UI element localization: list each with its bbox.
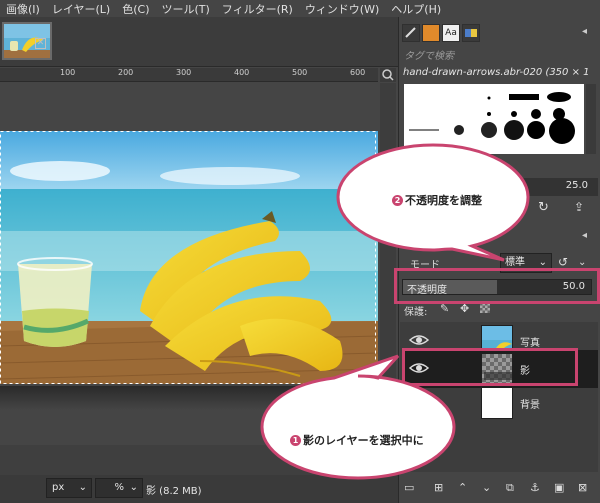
tab-fonts[interactable]: Aa — [442, 24, 460, 42]
lower-layer-icon[interactable]: ⌄ — [482, 481, 491, 494]
ruler-tick: 600 — [350, 68, 366, 77]
menu-filters[interactable]: フィルター(R) — [222, 1, 293, 17]
brush-scrollbar[interactable] — [586, 84, 596, 154]
callout-label: 不透明度を調整 — [405, 194, 482, 207]
refresh-icon[interactable]: ↻ — [538, 200, 549, 215]
image-tab-strip — [0, 17, 398, 67]
layer-thumbnail — [481, 387, 513, 419]
eye-icon[interactable] — [408, 332, 430, 348]
layer-name: 背景 — [520, 400, 540, 411]
close-tab-icon[interactable]: ✕ — [35, 38, 46, 49]
panel-menu-icon[interactable]: ◂ — [582, 230, 587, 241]
raise-layer-icon[interactable]: ⌃ — [458, 481, 467, 494]
layer-mask-icon[interactable]: ▣ — [554, 481, 564, 494]
chevron-down-icon[interactable]: ⌄ — [578, 257, 586, 268]
layer-name: 写真 — [520, 338, 540, 349]
navigate-icon[interactable] — [380, 68, 396, 82]
menu-color[interactable]: 色(C) — [122, 1, 149, 17]
menu-layer[interactable]: レイヤー(L) — [52, 1, 110, 17]
callout-text-1: 1 影のレイヤーを選択中に — [290, 432, 424, 448]
callout-text-2: 2 不透明度を調整 — [392, 192, 482, 208]
lock-row: 保護: ✎ ✥ — [404, 302, 594, 318]
ruler-tick: 100 — [60, 68, 76, 77]
export-icon[interactable]: ⇪ — [574, 200, 584, 214]
duplicate-layer-icon[interactable]: ⧉ — [506, 481, 514, 495]
layer-toolbar: ▭ ⊞ ⌃ ⌄ ⧉ ⚓ ▣ ⊠ — [400, 478, 598, 500]
zoom-value: % — [114, 482, 124, 493]
panel-menu-icon[interactable]: ◂ — [582, 26, 594, 38]
unit-value: px — [52, 482, 65, 493]
menu-bar: 画像(I) レイヤー(L) 色(C) ツール(T) フィルター(R) ウィンドウ… — [0, 0, 600, 17]
chevron-down-icon: ⌄ — [129, 482, 138, 493]
status-info: 影 (8.2 MB) — [146, 486, 202, 497]
ruler-tick: 400 — [234, 68, 250, 77]
callout-bubble-1 — [260, 354, 456, 480]
tab-gradients[interactable] — [462, 24, 480, 42]
new-layer-group-icon[interactable]: ▭ — [404, 481, 414, 494]
delete-layer-icon[interactable]: ⊠ — [578, 481, 587, 494]
lock-label: 保護: — [404, 307, 428, 318]
lock-alpha-icon[interactable] — [480, 303, 490, 313]
chevron-down-icon: ⌄ — [78, 482, 87, 493]
new-layer-icon[interactable]: ⊞ — [434, 481, 443, 494]
reset-mode-icon[interactable]: ↺ — [558, 255, 568, 269]
zoom-select[interactable]: % ⌄ — [95, 478, 143, 498]
banana-photo — [0, 131, 378, 384]
menu-windows[interactable]: ウィンドウ(W) — [305, 1, 379, 17]
brush-tag-search[interactable]: タグで検索 — [404, 47, 594, 65]
unit-select[interactable]: px ⌄ — [46, 478, 92, 498]
menu-tools[interactable]: ツール(T) — [161, 1, 209, 17]
menu-help[interactable]: ヘルプ(H) — [391, 1, 441, 17]
tab-brushes[interactable] — [402, 24, 420, 42]
anchor-layer-icon[interactable]: ⚓ — [530, 481, 540, 494]
horizontal-ruler: 100 200 300 400 500 600 — [0, 68, 378, 82]
brush-actions: ↻ ⇪ — [534, 200, 594, 218]
ruler-tick: 200 — [118, 68, 134, 77]
opacity-highlight-box — [394, 268, 600, 304]
tab-patterns[interactable] — [422, 24, 440, 42]
badge-number: 1 — [290, 435, 301, 446]
ruler-tick: 500 — [292, 68, 308, 77]
dock-tabs: Aa ◂ — [398, 22, 600, 44]
menu-image[interactable]: 画像(I) — [6, 1, 40, 17]
ruler-tick: 300 — [176, 68, 192, 77]
selected-brush-name: hand-drawn-arrows.abr-020 (350 × 1 — [403, 67, 590, 78]
callout-label: 影のレイヤーを選択中に — [303, 434, 424, 447]
badge-number: 2 — [392, 195, 403, 206]
spacing-value: 25.0 — [565, 180, 588, 191]
